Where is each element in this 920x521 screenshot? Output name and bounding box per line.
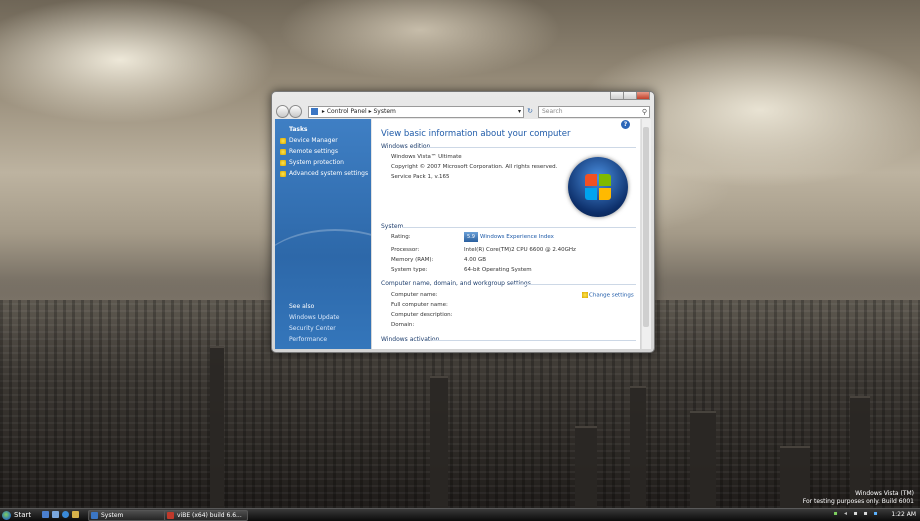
building (630, 386, 646, 508)
search-placeholder: Search (542, 108, 563, 115)
logo-quadrant (585, 188, 597, 200)
system-type-label: System type: (391, 267, 428, 273)
tray-icon[interactable]: ▪ (852, 510, 859, 518)
memory-value: 4.00 GB (464, 257, 487, 263)
search-icon[interactable]: ⚲ (642, 107, 647, 117)
divider (512, 284, 636, 285)
tasks-pane: Tasks Device Manager Remote settings Sys… (275, 119, 371, 349)
divider (426, 147, 636, 148)
address-bar[interactable]: ▸ Control Panel ▸ System ▾ (308, 106, 524, 118)
logo-quadrant (599, 174, 611, 186)
task-label: Advanced system settings (289, 170, 369, 177)
rating-label: Rating: (391, 234, 411, 240)
task-label: System protection (289, 159, 344, 166)
watermark-line1: Windows Vista (TM) (855, 490, 914, 497)
vertical-scrollbar[interactable] (641, 119, 651, 349)
help-icon[interactable]: ? (621, 120, 630, 129)
building (210, 346, 224, 508)
task-advanced-system-settings[interactable]: Advanced system settings (280, 170, 368, 177)
task-device-manager[interactable]: Device Manager (280, 137, 338, 144)
shield-icon (280, 159, 286, 166)
divider (402, 227, 636, 228)
system-content: ? View basic information about your comp… (372, 119, 640, 349)
service-pack: Service Pack 1, v.165 (391, 174, 450, 180)
computer-name-label: Computer name: (391, 292, 438, 298)
taskbar-button-label: System (101, 512, 124, 519)
building (430, 376, 448, 508)
edition-heading: Windows edition (381, 143, 431, 150)
link-performance[interactable]: Performance (289, 336, 327, 343)
taskbar-button-system[interactable]: System (88, 510, 170, 521)
full-computer-name-label: Full computer name: (391, 302, 448, 308)
watermark-line2: For testing purposes only. Build 6001 (802, 498, 914, 505)
tasks-heading: Tasks (289, 126, 308, 133)
task-system-protection[interactable]: System protection (280, 159, 344, 166)
breadcrumb-control-panel[interactable]: Control Panel (327, 108, 367, 115)
system-heading: System (381, 223, 404, 230)
memory-label: Memory (RAM): (391, 257, 434, 263)
breadcrumb-system[interactable]: System (373, 108, 395, 115)
build-watermark: Windows Vista (TM) For testing purposes … (803, 490, 914, 506)
control-panel-icon (91, 512, 98, 519)
browser-icon[interactable] (62, 511, 69, 518)
link-security-center[interactable]: Security Center (289, 325, 336, 332)
scrollbar-thumb[interactable] (643, 127, 649, 327)
shield-icon (280, 148, 286, 155)
refresh-icon[interactable]: ↻ (524, 106, 536, 116)
forward-button[interactable] (289, 105, 302, 118)
rating-badge[interactable]: 5.9 (464, 232, 478, 242)
taskbar: Start System viBE (x64) build 6.6... ▪ ◂… (0, 508, 920, 521)
change-settings-link[interactable]: Change settings (582, 292, 634, 299)
address-dropdown-icon[interactable]: ▾ (518, 107, 521, 117)
tray-icon[interactable]: ▪ (872, 510, 879, 518)
divider (432, 340, 636, 341)
windows-logo-icon (568, 157, 628, 217)
change-settings-label: Change settings (589, 292, 634, 299)
minimize-button[interactable] (610, 92, 624, 100)
logo-quadrant (599, 188, 611, 200)
processor-value: Intel(R) Core(TM)2 CPU 6600 @ 2.40GHz (464, 247, 576, 253)
start-button[interactable]: Start (2, 510, 31, 520)
network-icon[interactable]: ▪ (832, 510, 839, 518)
app-icon (167, 512, 174, 519)
volume-icon[interactable]: ◂ (842, 510, 849, 518)
folder-icon[interactable] (72, 511, 79, 518)
computer-description-label: Computer description: (391, 312, 453, 318)
close-button[interactable] (636, 92, 650, 100)
page-title: View basic information about your comput… (381, 129, 571, 139)
start-label: Start (14, 511, 32, 519)
link-windows-update[interactable]: Windows Update (289, 314, 339, 321)
see-also-heading: See also (289, 303, 315, 310)
task-label: Remote settings (289, 148, 338, 155)
copyright-text: Copyright © 2007 Microsoft Corporation. … (391, 164, 558, 170)
maximize-button[interactable] (623, 92, 637, 100)
task-remote-settings[interactable]: Remote settings (280, 148, 338, 155)
taskbar-button-label: viBE (x64) build 6.6... (177, 512, 242, 519)
computer-heading: Computer name, domain, and workgroup set… (381, 280, 531, 287)
windows-orb-icon (2, 510, 11, 520)
taskbar-clock[interactable]: 1:22 AM (891, 510, 916, 520)
shield-icon (582, 292, 588, 298)
building (575, 426, 597, 508)
search-input[interactable]: Search ⚲ (538, 106, 650, 118)
domain-label: Domain: (391, 322, 415, 328)
system-type-value: 64-bit Operating System (464, 267, 532, 273)
system-window: ▸ Control Panel ▸ System ▾ ↻ Search ⚲ Ta… (271, 91, 655, 353)
task-label: Device Manager (289, 137, 338, 144)
titlebar: ▸ Control Panel ▸ System ▾ ↻ Search ⚲ (272, 92, 654, 118)
tray-icon[interactable]: ▪ (862, 510, 869, 518)
logo-quadrant (585, 174, 597, 186)
taskbar-button-vibe[interactable]: viBE (x64) build 6.6... (164, 510, 248, 521)
switch-windows-icon[interactable] (52, 511, 59, 518)
back-button[interactable] (276, 105, 289, 118)
activation-heading: Windows activation (381, 336, 440, 343)
show-desktop-icon[interactable] (42, 511, 49, 518)
edition-name: Windows Vista™ Ultimate (391, 154, 462, 160)
shield-icon (280, 170, 286, 177)
processor-label: Processor: (391, 247, 420, 253)
building (690, 411, 716, 508)
experience-index-link[interactable]: Windows Experience Index (480, 234, 554, 240)
shield-icon (280, 137, 286, 144)
control-panel-icon (311, 108, 318, 115)
